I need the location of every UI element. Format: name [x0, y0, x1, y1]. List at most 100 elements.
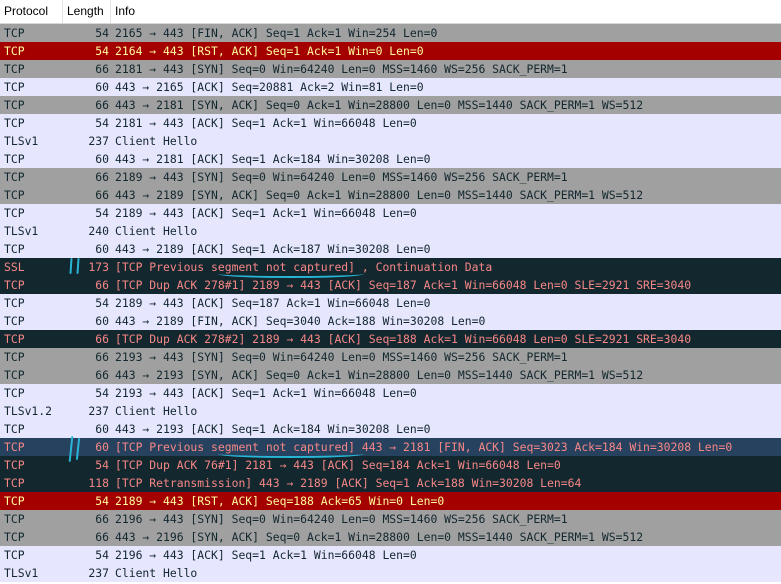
packet-row[interactable]: TCP 54 2193 → 443 [ACK] Seq=1 Ack=1 Win=66… — [0, 384, 781, 402]
packet-row[interactable]: TCP 66 2193 → 443 [SYN] Seq=0 Win=64240 Le… — [0, 348, 781, 366]
packet-info: Client Hello — [115, 224, 198, 238]
packet-length: 66 — [95, 530, 109, 544]
packet-row[interactable]: TCP 66 [TCP Dup ACK 278#2] 2189 → 443 [ACK… — [0, 330, 781, 348]
packet-protocol: TCP — [4, 332, 25, 346]
packet-row[interactable]: TCP 54 2196 → 443 [ACK] Seq=1 Ack=1 Win=66… — [0, 546, 781, 564]
packet-info: [TCP Retransmission] 443 → 2189 [ACK] Se… — [115, 476, 582, 490]
packet-row[interactable]: TCP 54 2189 → 443 [ACK] Seq=187 Ack=1 Win=… — [0, 294, 781, 312]
packet-info: 443 → 2165 [ACK] Seq=20881 Ack=2 Win=81 … — [115, 80, 424, 94]
packet-row[interactable]: TCP 66 2189 → 443 [SYN] Seq=0 Win=64240 Le… — [0, 168, 781, 186]
packet-protocol: TCP — [4, 152, 25, 166]
packet-length: 118 — [88, 476, 109, 490]
packet-protocol: TCP — [4, 512, 25, 526]
packet-length: 66 — [95, 278, 109, 292]
packet-protocol: TCP — [4, 296, 25, 310]
packet-protocol: TCP — [4, 530, 25, 544]
packet-row[interactable]: TCP 60 443 → 2189 [ACK] Seq=1 Ack=187 Win=… — [0, 240, 781, 258]
packet-row[interactable]: TCP 66 2196 → 443 [SYN] Seq=0 Win=64240 Le… — [0, 510, 781, 528]
packet-row[interactable]: SSL 173 [TCP Previous segment not captured… — [0, 258, 781, 276]
packet-protocol: TCP — [4, 62, 25, 76]
packet-row[interactable]: TCP 60 [TCP Previous segment not captured]… — [0, 438, 781, 456]
packet-row[interactable]: TCP 60 443 → 2189 [FIN, ACK] Seq=3040 Ack=… — [0, 312, 781, 330]
packet-length: 66 — [95, 62, 109, 76]
packet-length: 66 — [95, 332, 109, 346]
packet-length: 60 — [95, 242, 109, 256]
packet-info: 443 → 2189 [ACK] Seq=1 Ack=187 Win=30208… — [115, 242, 431, 256]
packet-row[interactable]: TLSv1 237 Client Hello — [0, 132, 781, 150]
packet-length: 66 — [95, 368, 109, 382]
packet-row[interactable]: TCP 54 2189 → 443 [RST, ACK] Seq=188 Ack=6… — [0, 492, 781, 510]
packet-length: 54 — [95, 386, 109, 400]
packet-protocol: TCP — [4, 170, 25, 184]
packet-protocol: TCP — [4, 548, 25, 562]
packet-row[interactable]: TCP 118 [TCP Retransmission] 443 → 2189 [A… — [0, 474, 781, 492]
packet-length: 66 — [95, 170, 109, 184]
packet-length: 60 — [95, 314, 109, 328]
packet-info: [TCP Previous segment not captured] 443 … — [115, 440, 733, 454]
packet-protocol: TLSv1.2 — [4, 404, 53, 418]
packet-protocol: TCP — [4, 386, 25, 400]
packet-length: 237 — [88, 404, 109, 418]
packet-row[interactable]: TCP 54 2181 → 443 [ACK] Seq=1 Ack=1 Win=66… — [0, 114, 781, 132]
packet-row[interactable]: TCP 66 443 → 2196 [SYN, ACK] Seq=0 Ack=1 W… — [0, 528, 781, 546]
annotation-underline-1 — [218, 270, 364, 278]
packet-protocol: TCP — [4, 494, 25, 508]
packet-row[interactable]: TCP 66 443 → 2193 [SYN, ACK] Seq=0 Ack=1 W… — [0, 366, 781, 384]
packet-protocol: TCP — [4, 80, 25, 94]
packet-row[interactable]: TCP 54 2165 → 443 [FIN, ACK] Seq=1 Ack=1 W… — [0, 24, 781, 42]
packet-length: 66 — [95, 98, 109, 112]
packet-protocol: TLSv1 — [4, 566, 39, 580]
packet-info: 443 → 2193 [ACK] Seq=1 Ack=184 Win=30208… — [115, 422, 431, 436]
packet-protocol: TCP — [4, 314, 25, 328]
packet-row[interactable]: TCP 60 443 → 2193 [ACK] Seq=1 Ack=184 Win=… — [0, 420, 781, 438]
packet-protocol: TLSv1 — [4, 224, 39, 238]
packet-length: 54 — [95, 206, 109, 220]
packet-protocol: TCP — [4, 350, 25, 364]
packet-info: 2196 → 443 [SYN] Seq=0 Win=64240 Len=0 M… — [115, 512, 568, 526]
packet-protocol: TCP — [4, 278, 25, 292]
packet-info: 2165 → 443 [FIN, ACK] Seq=1 Ack=1 Win=25… — [115, 26, 438, 40]
column-header-protocol[interactable]: Protocol — [0, 0, 63, 23]
packet-row[interactable]: TCP 66 2181 → 443 [SYN] Seq=0 Win=64240 Le… — [0, 60, 781, 78]
packet-protocol: TCP — [4, 476, 25, 490]
packet-info: 2189 → 443 [ACK] Seq=1 Ack=1 Win=66048 L… — [115, 206, 417, 220]
packet-length: 66 — [95, 350, 109, 364]
packet-row[interactable]: TCP 54 [TCP Dup ACK 76#1] 2181 → 443 [ACK]… — [0, 456, 781, 474]
packet-info: [TCP Dup ACK 76#1] 2181 → 443 [ACK] Seq=… — [115, 458, 561, 472]
packet-length: 60 — [95, 152, 109, 166]
packet-list: TCP 54 2165 → 443 [FIN, ACK] Seq=1 Ack=1 W… — [0, 24, 781, 582]
packet-protocol: TCP — [4, 368, 25, 382]
packet-length: 54 — [95, 548, 109, 562]
packet-protocol: TCP — [4, 188, 25, 202]
packet-protocol: TCP — [4, 116, 25, 130]
packet-row[interactable]: TCP 66 443 → 2181 [SYN, ACK] Seq=0 Ack=1 W… — [0, 96, 781, 114]
packet-protocol: TLSv1 — [4, 134, 39, 148]
column-header-length[interactable]: Length — [63, 0, 111, 23]
packet-row[interactable]: TLSv1 240 Client Hello — [0, 222, 781, 240]
packet-info: [TCP Dup ACK 278#1] 2189 → 443 [ACK] Seq… — [115, 278, 692, 292]
packet-info: 2193 → 443 [SYN] Seq=0 Win=64240 Len=0 M… — [115, 350, 568, 364]
packet-row[interactable]: TCP 54 2164 → 443 [RST, ACK] Seq=1 Ack=1 W… — [0, 42, 781, 60]
column-header-info[interactable]: Info — [111, 0, 781, 23]
packet-row[interactable]: TCP 66 443 → 2189 [SYN, ACK] Seq=0 Ack=1 W… — [0, 186, 781, 204]
packet-row[interactable]: TCP 66 [TCP Dup ACK 278#1] 2189 → 443 [ACK… — [0, 276, 781, 294]
packet-info: 2181 → 443 [ACK] Seq=1 Ack=1 Win=66048 L… — [115, 116, 417, 130]
packet-row[interactable]: TLSv1 237 Client Hello — [0, 564, 781, 582]
column-header-bar: Protocol Length Info — [0, 0, 781, 24]
packet-length: 237 — [88, 134, 109, 148]
packet-info: 2196 → 443 [ACK] Seq=1 Ack=1 Win=66048 L… — [115, 548, 417, 562]
packet-row[interactable]: TCP 54 2189 → 443 [ACK] Seq=1 Ack=1 Win=66… — [0, 204, 781, 222]
packet-info: [TCP Dup ACK 278#2] 2189 → 443 [ACK] Seq… — [115, 332, 692, 346]
packet-length: 66 — [95, 188, 109, 202]
packet-length: 60 — [95, 422, 109, 436]
packet-length: 66 — [95, 512, 109, 526]
packet-row[interactable]: TCP 60 443 → 2181 [ACK] Seq=1 Ack=184 Win=… — [0, 150, 781, 168]
annotation-underline-2 — [218, 450, 364, 458]
packet-row[interactable]: TLSv1.2 237 Client Hello — [0, 402, 781, 420]
packet-info: 443 → 2193 [SYN, ACK] Seq=0 Ack=1 Win=28… — [115, 368, 644, 382]
packet-info: 443 → 2189 [FIN, ACK] Seq=3040 Ack=188 W… — [115, 314, 486, 328]
packet-row[interactable]: TCP 60 443 → 2165 [ACK] Seq=20881 Ack=2 Wi… — [0, 78, 781, 96]
packet-length: 54 — [95, 296, 109, 310]
packet-length: 60 — [95, 80, 109, 94]
packet-info: 2164 → 443 [RST, ACK] Seq=1 Ack=1 Win=0 … — [115, 44, 424, 58]
